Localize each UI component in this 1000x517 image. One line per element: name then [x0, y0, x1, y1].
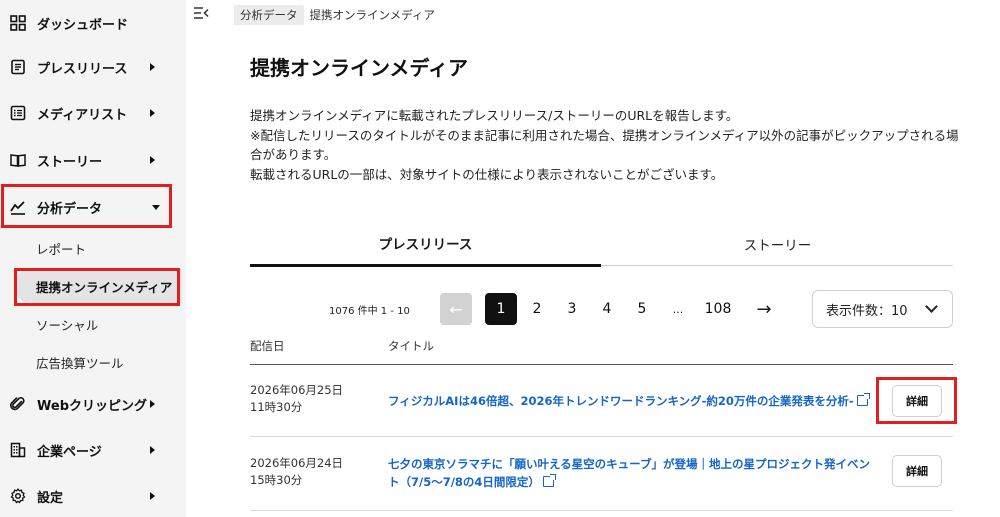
- sidebar-item-label: ストーリー: [37, 154, 103, 170]
- sidebar-item-label: Webクリッピング: [37, 398, 147, 414]
- chevron-right-icon: [150, 109, 155, 117]
- collapse-sidebar-button[interactable]: [193, 5, 209, 19]
- breadcrumb-current: 提携オンラインメディア: [309, 8, 435, 22]
- prev-page-button[interactable]: ←: [440, 293, 472, 325]
- paperclip-icon: [10, 396, 26, 412]
- page-button[interactable]: 3: [566, 293, 578, 325]
- sidebar-item-web-clipping[interactable]: Webクリッピング: [0, 381, 186, 427]
- sidebar-subitem-report[interactable]: レポート: [0, 229, 186, 267]
- breadcrumb: 分析データ 提携オンラインメディア: [234, 5, 435, 25]
- chevron-down-icon: [925, 300, 938, 313]
- sidebar-subitem-label: ソーシャル: [36, 317, 99, 333]
- description-line: 提携オンラインメディアに転載されたプレスリリース/ストーリーのURLを報告します…: [250, 108, 739, 123]
- page-button[interactable]: 2: [531, 293, 543, 325]
- gear-icon: [10, 488, 26, 504]
- detail-button[interactable]: 詳細: [892, 385, 942, 417]
- tab-story[interactable]: ストーリー: [602, 222, 953, 266]
- page-button[interactable]: 5: [636, 293, 648, 325]
- sidebar-item-press-release[interactable]: プレスリリース: [0, 44, 186, 90]
- chevron-right-icon: [150, 492, 155, 500]
- tab-press-release[interactable]: プレスリリース: [250, 222, 601, 267]
- collapse-menu-icon: [194, 7, 209, 19]
- table-row: 2026年06月24日 15時30分 七夕の東京ソラマチに「願い叶える星空のキュ…: [250, 437, 953, 509]
- sidebar-subitem-ad-conversion[interactable]: 広告換算ツール: [0, 343, 186, 381]
- next-page-button[interactable]: →: [752, 293, 776, 325]
- page-button[interactable]: 1: [485, 293, 517, 325]
- row-title-text: 七夕の東京ソラマチに「願い叶える星空のキューブ」が登場｜地上の星プロジェクト発イ…: [388, 457, 870, 489]
- sidebar-subitem-label: 広告換算ツール: [36, 355, 124, 371]
- sidebar-subitem-label: レポート: [36, 241, 87, 257]
- sidebar-item-label: 企業ページ: [37, 444, 102, 460]
- sidebar-item-story[interactable]: ストーリー: [0, 137, 186, 183]
- sidebar-item-analytics[interactable]: 分析データ: [0, 184, 186, 230]
- document-icon: [10, 59, 26, 75]
- chevron-right-icon: [150, 446, 155, 454]
- description-line: ※配信したリリースのタイトルがそのまま記事に利用された場合、提携オンラインメディ…: [250, 127, 959, 163]
- sidebar-item-dashboard[interactable]: ダッシュボード: [0, 0, 186, 46]
- sidebar-subitem-social[interactable]: ソーシャル: [0, 305, 186, 343]
- row-date: 2026年06月25日 11時30分: [250, 382, 360, 416]
- chevron-right-icon: [150, 156, 155, 164]
- page-button[interactable]: 4: [601, 293, 613, 325]
- list-icon: [10, 105, 26, 121]
- row-date-day: 2026年06月24日: [250, 456, 344, 470]
- result-count: 1076 件中 1 - 10: [329, 306, 410, 317]
- sidebar-item-label: ダッシュボード: [37, 17, 129, 33]
- sidebar-item-label: 設定: [37, 490, 64, 506]
- sidebar-subitem-partner-media[interactable]: 提携オンラインメディア: [0, 267, 186, 305]
- sidebar-item-company-page[interactable]: 企業ページ: [0, 427, 186, 473]
- row-date: 2026年06月24日 15時30分: [250, 455, 360, 489]
- row-divider: [250, 510, 953, 511]
- chevron-right-icon: [150, 400, 155, 408]
- column-header-date: 配信日: [250, 339, 285, 353]
- external-link-icon: [542, 474, 556, 487]
- per-page-select[interactable]: 表示件数：10: [812, 290, 953, 328]
- chevron-right-icon: [150, 63, 155, 71]
- description-line: 転載されるURLの一部は、対象サイトの仕様により表示されないことがございます。: [250, 166, 724, 182]
- sidebar-item-label: メディアリスト: [37, 107, 128, 123]
- row-title-text: フィジカルAIは46倍超、2026年トレンドワードランキング-約20万件の企業発…: [388, 394, 854, 408]
- row-date-day: 2026年06月25日: [250, 383, 344, 397]
- tab-bar: プレスリリース ストーリー: [250, 222, 953, 267]
- chart-line-icon: [10, 199, 26, 215]
- building-icon: [10, 442, 26, 458]
- row-date-time: 11時30分: [250, 400, 303, 414]
- per-page-label: 表示件数：10: [826, 303, 908, 319]
- column-header-title: タイトル: [388, 339, 434, 353]
- detail-button[interactable]: 詳細: [892, 455, 942, 487]
- pagination-ellipsis: ...: [672, 302, 684, 316]
- page-description: 提携オンラインメディアに転載されたプレスリリース/ストーリーのURLを報告します…: [250, 106, 960, 184]
- external-link-icon: [856, 393, 870, 406]
- row-title-link[interactable]: フィジカルAIは46倍超、2026年トレンドワードランキング-約20万件の企業発…: [388, 392, 870, 410]
- sidebar-item-label: 分析データ: [37, 201, 103, 217]
- table-row: 2026年06月25日 11時30分 フィジカルAIは46倍超、2026年トレン…: [250, 365, 953, 435]
- page-title: 提携オンラインメディア: [250, 56, 468, 80]
- row-title-link[interactable]: 七夕の東京ソラマチに「願い叶える星空のキューブ」が登場｜地上の星プロジェクト発イ…: [388, 455, 873, 491]
- sidebar-item-settings[interactable]: 設定: [0, 473, 186, 517]
- page-button[interactable]: 108: [703, 293, 733, 325]
- grid-icon: [10, 15, 26, 31]
- sidebar-subitem-label: 提携オンラインメディア: [36, 279, 173, 295]
- chevron-down-icon: [152, 204, 160, 210]
- sidebar-item-media-list[interactable]: メディアリスト: [0, 90, 186, 136]
- book-icon: [10, 152, 26, 168]
- row-date-time: 15時30分: [250, 473, 303, 487]
- breadcrumb-parent[interactable]: 分析データ: [234, 5, 304, 25]
- sidebar-item-label: プレスリリース: [37, 61, 128, 77]
- sidebar: ダッシュボード プレスリリース メディアリスト ストーリー 分析データ レポート…: [0, 0, 186, 517]
